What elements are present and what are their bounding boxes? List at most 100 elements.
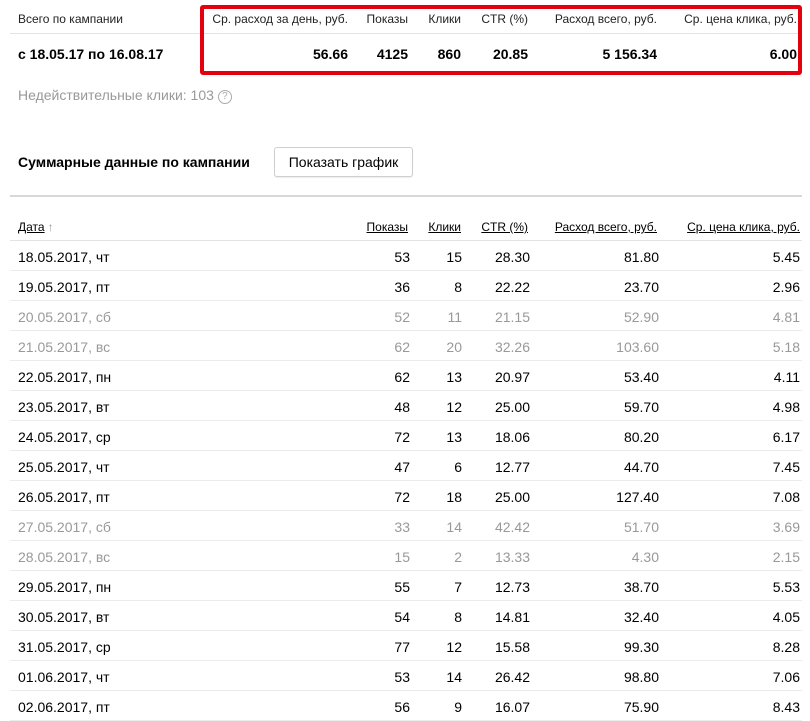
cell-clicks: 6 [454,459,462,475]
cell-impressions: 15 [394,549,410,565]
cell-date: 24.05.2017, ср [18,429,111,445]
cell-clicks: 12 [446,399,462,415]
table-row: 31.05.2017, ср 77 12 15.58 99.30 8.28 [10,631,802,661]
cell-total: 80.20 [623,429,659,445]
cell-date: 28.05.2017, вс [18,549,111,565]
cell-clicks: 8 [454,609,462,625]
column-header-total[interactable]: Расход всего, руб. [555,220,657,234]
cell-cpc: 5.18 [772,339,800,355]
table-row: 19.05.2017, пт 36 8 22.22 23.70 2.96 [10,271,802,301]
cell-clicks: 9 [454,699,462,715]
table-row: 29.05.2017, пн 55 7 12.73 38.70 5.53 [10,571,802,601]
cell-clicks: 14 [446,669,462,685]
cell-clicks: 18 [446,489,462,505]
sort-asc-icon: ↑ [47,220,54,234]
summary-period: с 18.05.17 по 16.08.17 [18,46,164,62]
cell-cpc: 6.17 [772,429,800,445]
cell-impressions: 62 [394,369,410,385]
table-row: 01.06.2017, чт 53 14 26.42 98.80 7.06 [10,661,802,691]
cell-cpc: 8.43 [772,699,800,715]
cell-impressions: 53 [394,249,410,265]
cell-impressions: 56 [394,699,410,715]
cell-impressions: 33 [394,519,410,535]
cell-date: 20.05.2017, сб [18,309,111,325]
cell-cpc: 4.81 [772,309,800,325]
cell-ctr: 18.06 [494,429,530,445]
cell-date: 02.06.2017, пт [18,699,110,715]
cell-impressions: 53 [394,669,410,685]
column-header-date-label[interactable]: Дата [18,220,45,234]
cell-cpc: 3.69 [772,519,800,535]
cell-date: 29.05.2017, пн [18,579,112,595]
table-row: 24.05.2017, ср 72 13 18.06 80.20 6.17 [10,421,802,451]
cell-total: 53.40 [623,369,659,385]
cell-clicks: 7 [454,579,462,595]
cell-ctr: 13.33 [494,549,530,565]
cell-clicks: 11 [447,309,462,325]
column-header-ctr[interactable]: CTR (%) [481,220,528,234]
table-row: 18.05.2017, чт 53 15 28.30 81.80 5.45 [10,241,802,271]
cell-impressions: 48 [394,399,410,415]
cell-ctr: 28.30 [494,249,530,265]
cell-ctr: 32.26 [494,339,530,355]
cell-total: 103.60 [616,339,659,355]
cell-cpc: 7.06 [772,669,800,685]
table-row: 02.06.2017, пт 56 9 16.07 75.90 8.43 [10,691,802,721]
cell-total: 51.70 [623,519,659,535]
cell-cpc: 7.08 [772,489,800,505]
cell-total: 75.90 [623,699,659,715]
cell-date: 30.05.2017, вт [18,609,110,625]
cell-clicks: 12 [446,639,462,655]
column-header-cpc[interactable]: Ср. цена клика, руб. [687,220,800,234]
cell-ctr: 15.58 [494,639,530,655]
cell-total: 4.30 [631,549,659,565]
column-header-impressions[interactable]: Показы [367,220,408,234]
summary-label: Всего по кампании [18,12,123,26]
cell-date: 01.06.2017, чт [18,669,110,685]
cell-ctr: 21.15 [494,309,530,325]
cell-impressions: 52 [394,309,410,325]
cell-total: 127.40 [616,489,659,505]
cell-ctr: 42.42 [494,519,530,535]
cell-ctr: 16.07 [494,699,530,715]
table-row: 23.05.2017, вт 48 12 25.00 59.70 4.98 [10,391,802,421]
invalid-clicks: Недействительные клики: 103? [18,87,232,104]
cell-ctr: 14.81 [494,609,530,625]
column-header-date[interactable]: Дата ↑ [18,220,54,234]
cell-cpc: 7.45 [772,459,800,475]
cell-impressions: 47 [394,459,410,475]
question-circle-icon[interactable]: ? [217,90,232,104]
cell-total: 44.70 [623,459,659,475]
cell-cpc: 2.96 [772,279,800,295]
cell-ctr: 22.22 [494,279,530,295]
cell-ctr: 12.73 [494,579,530,595]
cell-total: 38.70 [623,579,659,595]
cell-impressions: 55 [394,579,410,595]
column-header-clicks[interactable]: Клики [428,220,461,234]
cell-date: 31.05.2017, ср [18,639,111,655]
cell-date: 18.05.2017, чт [18,249,110,265]
cell-cpc: 2.15 [772,549,800,565]
cell-ctr: 26.42 [494,669,530,685]
cell-impressions: 72 [394,489,410,505]
stats-table-body: 18.05.2017, чт 53 15 28.30 81.80 5.45 19.05.20… [0,241,810,721]
cell-date: 26.05.2017, пт [18,489,110,505]
cell-total: 52.90 [623,309,659,325]
cell-impressions: 62 [394,339,410,355]
cell-clicks: 13 [446,369,462,385]
table-top-border [10,195,802,197]
cell-cpc: 4.05 [772,609,800,625]
cell-date: 21.05.2017, вс [18,339,111,355]
table-row: 20.05.2017, сб 52 11 21.15 52.90 4.81 [10,301,802,331]
cell-total: 32.40 [623,609,659,625]
cell-date: 25.05.2017, чт [18,459,110,475]
show-chart-button[interactable]: Показать график [274,147,413,177]
table-row: 21.05.2017, вс 62 20 32.26 103.60 5.18 [10,331,802,361]
cell-impressions: 77 [394,639,410,655]
cell-ctr: 25.00 [494,399,530,415]
cell-cpc: 4.98 [772,399,800,415]
table-row: 28.05.2017, вс 15 2 13.33 4.30 2.15 [10,541,802,571]
table-row: 30.05.2017, вт 54 8 14.81 32.40 4.05 [10,601,802,631]
cell-clicks: 2 [454,549,462,565]
cell-ctr: 20.97 [494,369,530,385]
